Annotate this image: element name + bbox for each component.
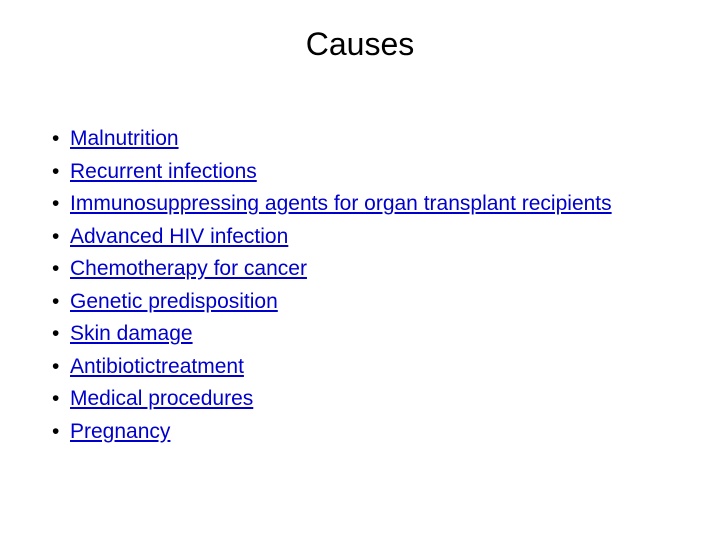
bullet-icon: • [52,159,60,183]
link-skin-damage[interactable]: Skin damage [70,322,193,345]
link-malnutrition[interactable]: Malnutrition [70,127,179,150]
bullet-icon: • [52,419,60,443]
link-genetic-predisposition[interactable]: Genetic predisposition [70,290,278,313]
list-item: • Genetic predisposition [48,290,648,314]
link-antibiotic-treatment[interactable]: Antibiotictreatment [70,355,244,378]
slide: Causes • Malnutrition • Recurrent infectio… [0,0,720,540]
link-recurrent-infections[interactable]: Recurrent infections [70,160,257,183]
list-item: • Antibiotictreatment [48,355,648,379]
link-medical-procedures[interactable]: Medical procedures [70,387,253,410]
list-item: • Immunosuppressing agents for organ tran… [48,192,648,216]
link-immunosuppressing-agents[interactable]: Immunosuppressing agents for organ trans… [70,192,612,215]
list-item: • Malnutrition [48,127,648,151]
list-item: • Advanced HIV infection [48,225,648,249]
bullet-icon: • [52,387,60,410]
bullet-icon: • [52,192,60,215]
causes-list: • Malnutrition • Recurrent infections • Imm… [48,127,648,452]
bullet-icon: • [52,127,60,150]
link-pregnancy[interactable]: Pregnancy [70,420,170,443]
link-chemotherapy-for-cancer[interactable]: Chemotherapy for cancer [70,257,307,280]
bullet-icon: • [52,354,60,378]
link-advanced-hiv-infection[interactable]: Advanced HIV infection [70,225,288,248]
bullet-icon: • [52,257,60,280]
bullet-icon: • [52,224,60,248]
list-item: • Skin damage [48,322,648,346]
list-item: • Chemotherapy for cancer [48,257,648,281]
list-item: • Recurrent infections [48,160,648,184]
list-item: • Medical procedures [48,387,648,411]
list-item: • Pregnancy [48,420,648,444]
bullet-icon: • [52,322,60,345]
slide-title: Causes [305,26,415,62]
bullet-icon: • [52,289,60,313]
